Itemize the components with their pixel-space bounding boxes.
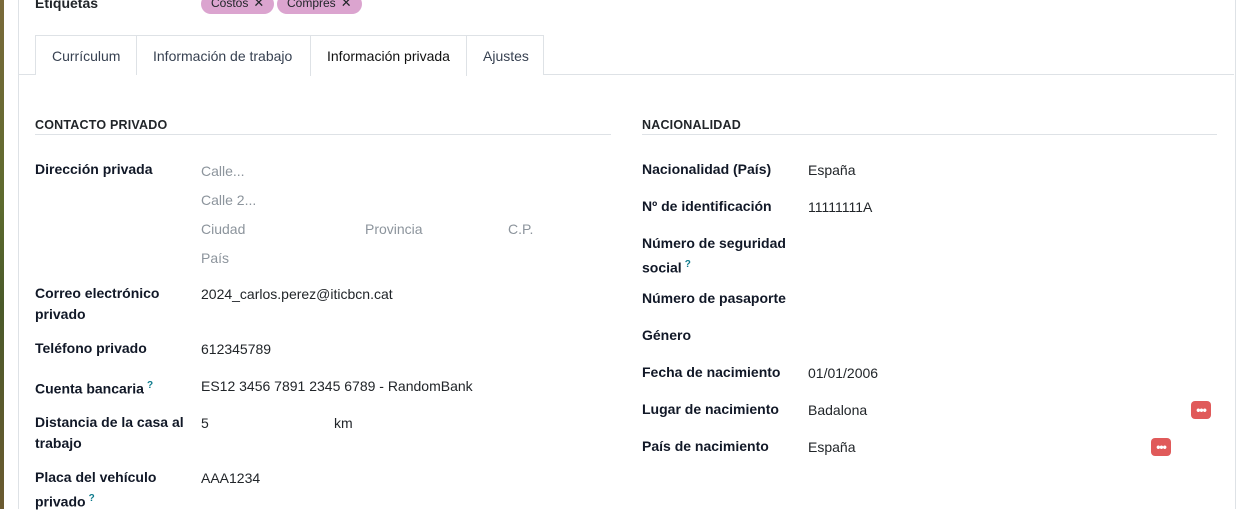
vehicle-plate-field[interactable]: AAA1234 xyxy=(201,468,260,489)
ssn-field[interactable] xyxy=(808,234,1188,255)
help-icon[interactable]: ? xyxy=(89,493,95,504)
birth-country-field[interactable]: España xyxy=(808,437,855,458)
vehicle-plate-label: Placa del vehículo privado? xyxy=(35,467,185,513)
birthplace-field[interactable]: Badalona xyxy=(808,400,867,421)
nationality-field[interactable]: España xyxy=(808,160,855,181)
email-field[interactable]: 2024_carlos.perez@iticbcn.cat xyxy=(201,284,393,305)
gender-label: Género xyxy=(642,327,692,343)
phone-field[interactable]: 612345789 xyxy=(201,339,271,360)
passport-label: Número de pasaporte xyxy=(642,290,786,306)
help-icon[interactable]: ? xyxy=(147,380,153,391)
city-input[interactable]: Ciudad xyxy=(201,221,245,237)
phone-label: Teléfono privado xyxy=(35,340,147,356)
passport-field[interactable] xyxy=(808,289,1188,310)
nationality-label: Nacionalidad (País) xyxy=(642,161,772,177)
section-divider xyxy=(642,134,1217,135)
tab-settings[interactable]: Ajustes xyxy=(466,35,544,75)
more-options-icon[interactable]: ••• xyxy=(1151,438,1171,456)
distance-field[interactable]: 5 xyxy=(201,413,209,434)
background-edge xyxy=(0,0,4,509)
remove-tag-icon[interactable]: ✕ xyxy=(341,0,352,10)
distance-label: Distancia de la casa al trabajo xyxy=(35,414,184,451)
birthplace-label: Lugar de nacimiento xyxy=(642,401,779,417)
ellipsis-icon: ••• xyxy=(1156,440,1167,454)
country-select[interactable]: País xyxy=(201,250,229,266)
ssn-label: Número de seguridad social? xyxy=(642,233,802,279)
remove-tag-icon[interactable]: ✕ xyxy=(253,0,264,10)
tag-label: Costos xyxy=(211,0,249,10)
birthdate-field[interactable]: 01/01/2006 xyxy=(808,363,878,384)
section-title-nationality: NACIONALIDAD xyxy=(642,118,741,132)
zip-input[interactable]: C.P. xyxy=(508,221,533,237)
tab-curriculum[interactable]: Currículum xyxy=(35,35,137,75)
birthdate-label: Fecha de nacimiento xyxy=(642,364,781,380)
tag-costos[interactable]: Costos ✕ xyxy=(201,0,275,14)
address-label: Dirección privada xyxy=(35,161,153,177)
section-title-private-contact: CONTACTO PRIVADO xyxy=(35,118,168,132)
tag-compres[interactable]: Compres ✕ xyxy=(277,0,362,14)
bank-account-label: Cuenta bancaria? xyxy=(35,375,153,400)
tags-label: Etiquetas xyxy=(35,0,99,11)
bank-account-field[interactable]: ES12 3456 7891 2345 6789 - RandomBank xyxy=(201,376,473,397)
state-select[interactable]: Provincia xyxy=(365,221,423,237)
street2-input[interactable]: Calle 2... xyxy=(201,192,256,208)
tag-label: Compres xyxy=(287,0,336,10)
gender-select[interactable] xyxy=(808,326,1188,347)
identification-field[interactable]: 11111111A xyxy=(808,197,872,218)
tab-work-information[interactable]: Información de trabajo xyxy=(136,35,311,75)
identification-label: Nº de identificación xyxy=(642,198,772,214)
birth-country-label: País de nacimiento xyxy=(642,438,769,454)
more-options-icon[interactable]: ••• xyxy=(1191,401,1211,419)
bank-account-label-text: Cuenta bancaria xyxy=(35,380,144,397)
email-label: Correo electrónico privado xyxy=(35,285,160,322)
tab-private-information[interactable]: Información privada xyxy=(310,35,467,76)
distance-unit: km xyxy=(334,415,353,431)
help-icon[interactable]: ? xyxy=(685,259,691,270)
street-input[interactable]: Calle... xyxy=(201,163,245,179)
ssn-label-text: Número de seguridad social xyxy=(642,235,786,276)
vehicle-plate-label-text: Placa del vehículo privado xyxy=(35,469,157,510)
ellipsis-icon: ••• xyxy=(1196,403,1207,417)
section-divider xyxy=(35,134,611,135)
